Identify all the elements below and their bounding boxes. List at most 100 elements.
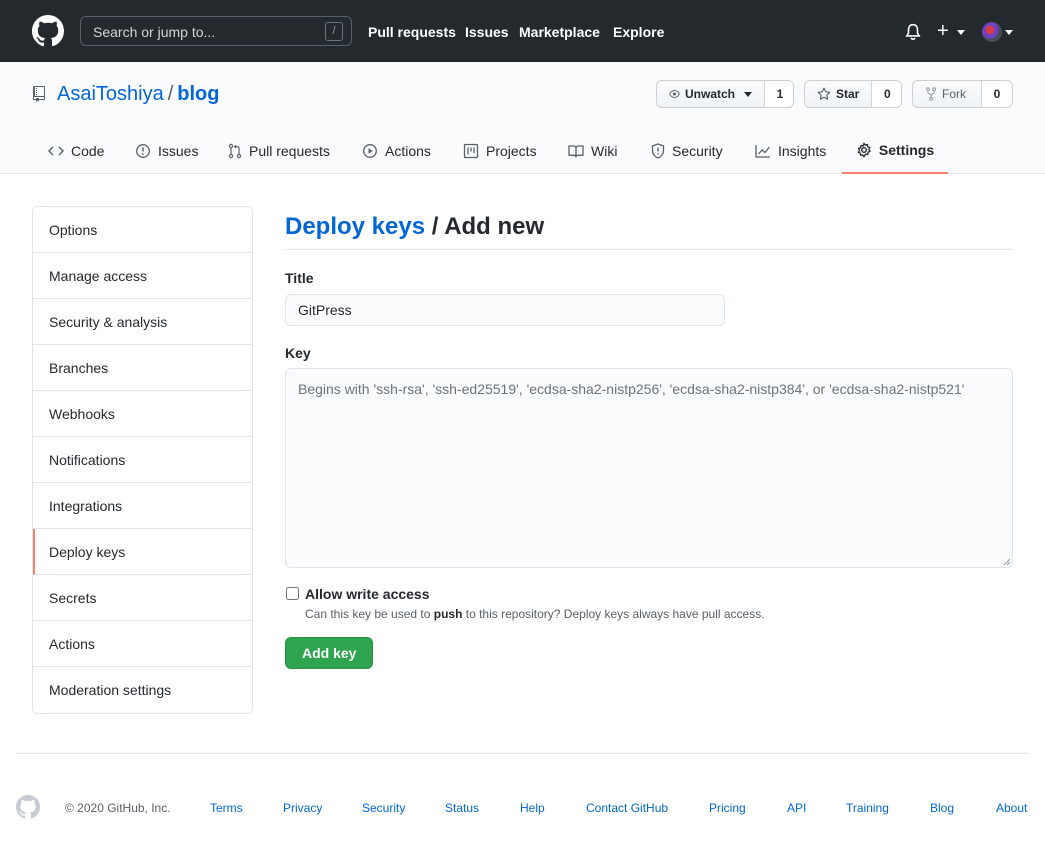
footer-link-about[interactable]: About	[996, 801, 1027, 815]
star-button[interactable]: Star	[805, 81, 872, 107]
watchers-count[interactable]: 1	[764, 81, 793, 107]
tab-wiki[interactable]: Wiki	[568, 128, 617, 174]
stargazers-count[interactable]: 0	[871, 81, 901, 107]
watch-button-group: Unwatch 1	[656, 80, 794, 108]
global-header: Search or jump to... / Pull requests Iss…	[0, 0, 1045, 62]
footer-link-training[interactable]: Training	[846, 801, 889, 815]
unwatch-label: Unwatch	[684, 87, 735, 101]
unwatch-button[interactable]: Unwatch	[657, 81, 764, 107]
footer-link-blog[interactable]: Blog	[930, 801, 954, 815]
breadcrumb-deploy-keys-link[interactable]: Deploy keys	[285, 213, 425, 240]
sidebar-item-moderation-settings[interactable]: Moderation settings	[33, 667, 252, 713]
sidebar-item-security-analysis[interactable]: Security & analysis	[33, 299, 252, 345]
allow-write-access-checkbox[interactable]	[286, 587, 299, 600]
tab-settings-label: Settings	[878, 142, 935, 158]
sidebar-item-webhooks[interactable]: Webhooks	[33, 391, 252, 437]
tab-projects[interactable]: Projects	[463, 128, 537, 174]
star-icon	[817, 87, 831, 100]
eye-icon	[669, 90, 680, 98]
repository-header: AsaiToshiya / blog Unwatch 1 Star 0 Fork 0…	[0, 62, 1045, 174]
book-icon	[568, 145, 584, 158]
project-icon	[463, 143, 479, 159]
note-text-after: to this repository? Deploy keys always h…	[462, 607, 765, 621]
sidebar-item-secrets[interactable]: Secrets	[33, 575, 252, 621]
breadcrumb-current: / Add new	[425, 213, 545, 240]
tab-issues[interactable]: Issues	[135, 128, 198, 174]
graph-icon	[755, 145, 771, 158]
nav-issues[interactable]: Issues	[465, 24, 509, 40]
search-input[interactable]: Search or jump to... /	[80, 16, 352, 46]
fork-icon	[926, 87, 936, 101]
sidebar-item-integrations[interactable]: Integrations	[33, 483, 252, 529]
tab-actions-label: Actions	[385, 143, 431, 159]
create-new-caret-icon[interactable]	[957, 30, 965, 35]
issue-icon	[136, 144, 150, 158]
notifications-bell-icon[interactable]	[904, 23, 922, 41]
code-icon	[48, 146, 64, 156]
fork-button[interactable]: Fork	[913, 81, 981, 107]
tab-issues-label: Issues	[158, 143, 199, 159]
nav-marketplace[interactable]: Marketplace	[519, 24, 600, 40]
create-new-plus-icon[interactable]: +	[937, 21, 949, 41]
footer-divider	[16, 753, 1029, 754]
footer-link-status[interactable]: Status	[445, 801, 479, 815]
repository-title: AsaiToshiya / blog	[57, 83, 220, 106]
gear-icon	[857, 142, 871, 158]
footer-link-terms[interactable]: Terms	[210, 801, 243, 815]
fork-label: Fork	[942, 87, 966, 101]
tab-insights-label: Insights	[778, 143, 827, 159]
play-icon	[363, 144, 377, 158]
footer-link-help[interactable]: Help	[520, 801, 545, 815]
user-menu-caret-icon[interactable]	[1005, 30, 1013, 35]
search-placeholder: Search or jump to...	[93, 24, 216, 40]
footer-link-security[interactable]: Security	[362, 801, 405, 815]
tab-actions[interactable]: Actions	[362, 128, 431, 174]
repo-name-link[interactable]: blog	[177, 83, 219, 105]
allow-write-access-label[interactable]: Allow write access	[305, 586, 430, 602]
pull-request-icon	[228, 143, 242, 159]
title-input[interactable]	[285, 294, 725, 326]
footer-link-api[interactable]: API	[787, 801, 806, 815]
tab-pull-requests[interactable]: Pull requests	[228, 128, 330, 174]
forks-count[interactable]: 0	[981, 81, 1012, 107]
key-field-label: Key	[285, 345, 311, 361]
sidebar-item-deploy-keys[interactable]: Deploy keys	[33, 529, 252, 575]
footer-link-privacy[interactable]: Privacy	[283, 801, 322, 815]
tab-security-label: Security	[672, 143, 723, 159]
tab-security[interactable]: Security	[651, 128, 723, 174]
footer-link-pricing[interactable]: Pricing	[709, 801, 746, 815]
star-button-group: Star 0	[804, 80, 902, 108]
tab-settings[interactable]: Settings	[842, 128, 948, 174]
tab-code[interactable]: Code	[48, 128, 104, 174]
github-mark-icon[interactable]	[16, 795, 40, 819]
sidebar-item-actions[interactable]: Actions	[33, 621, 252, 667]
sidebar-item-branches[interactable]: Branches	[33, 345, 252, 391]
star-label: Star	[836, 87, 860, 101]
tab-pull-requests-label: Pull requests	[249, 143, 330, 159]
key-textarea-wrap	[285, 368, 1013, 568]
add-key-button[interactable]: Add key	[285, 637, 374, 669]
tab-projects-label: Projects	[486, 143, 537, 159]
sidebar-item-notifications[interactable]: Notifications	[33, 437, 252, 483]
note-text-before: Can this key be used to	[305, 607, 434, 621]
watch-caret-icon	[744, 91, 752, 97]
tab-insights[interactable]: Insights	[755, 128, 826, 174]
nav-pull-requests[interactable]: Pull requests	[368, 24, 456, 40]
github-logo-icon[interactable]	[32, 15, 64, 47]
sidebar-item-options[interactable]: Options	[33, 207, 252, 253]
allow-write-access-note: Can this key be used to push to this rep…	[305, 607, 765, 621]
repo-owner-link[interactable]: AsaiToshiya	[57, 83, 164, 105]
deploy-key-form: Deploy keys / Add new Title Key Allow wr…	[285, 206, 1013, 669]
footer-link-contact[interactable]: Contact GitHub	[586, 801, 668, 815]
note-text-bold: push	[433, 607, 463, 621]
key-textarea[interactable]	[285, 368, 1013, 568]
repo-title-separator: /	[167, 83, 174, 105]
repo-icon	[33, 86, 45, 102]
user-avatar[interactable]	[982, 22, 1002, 42]
fork-button-group: Fork 0	[912, 80, 1013, 108]
search-shortcut-key: /	[325, 22, 343, 41]
sidebar-item-manage-access[interactable]: Manage access	[33, 253, 252, 299]
resize-grip-icon[interactable]	[1001, 556, 1011, 566]
footer-copyright: © 2020 GitHub, Inc.	[65, 801, 171, 815]
nav-explore[interactable]: Explore	[613, 24, 664, 40]
